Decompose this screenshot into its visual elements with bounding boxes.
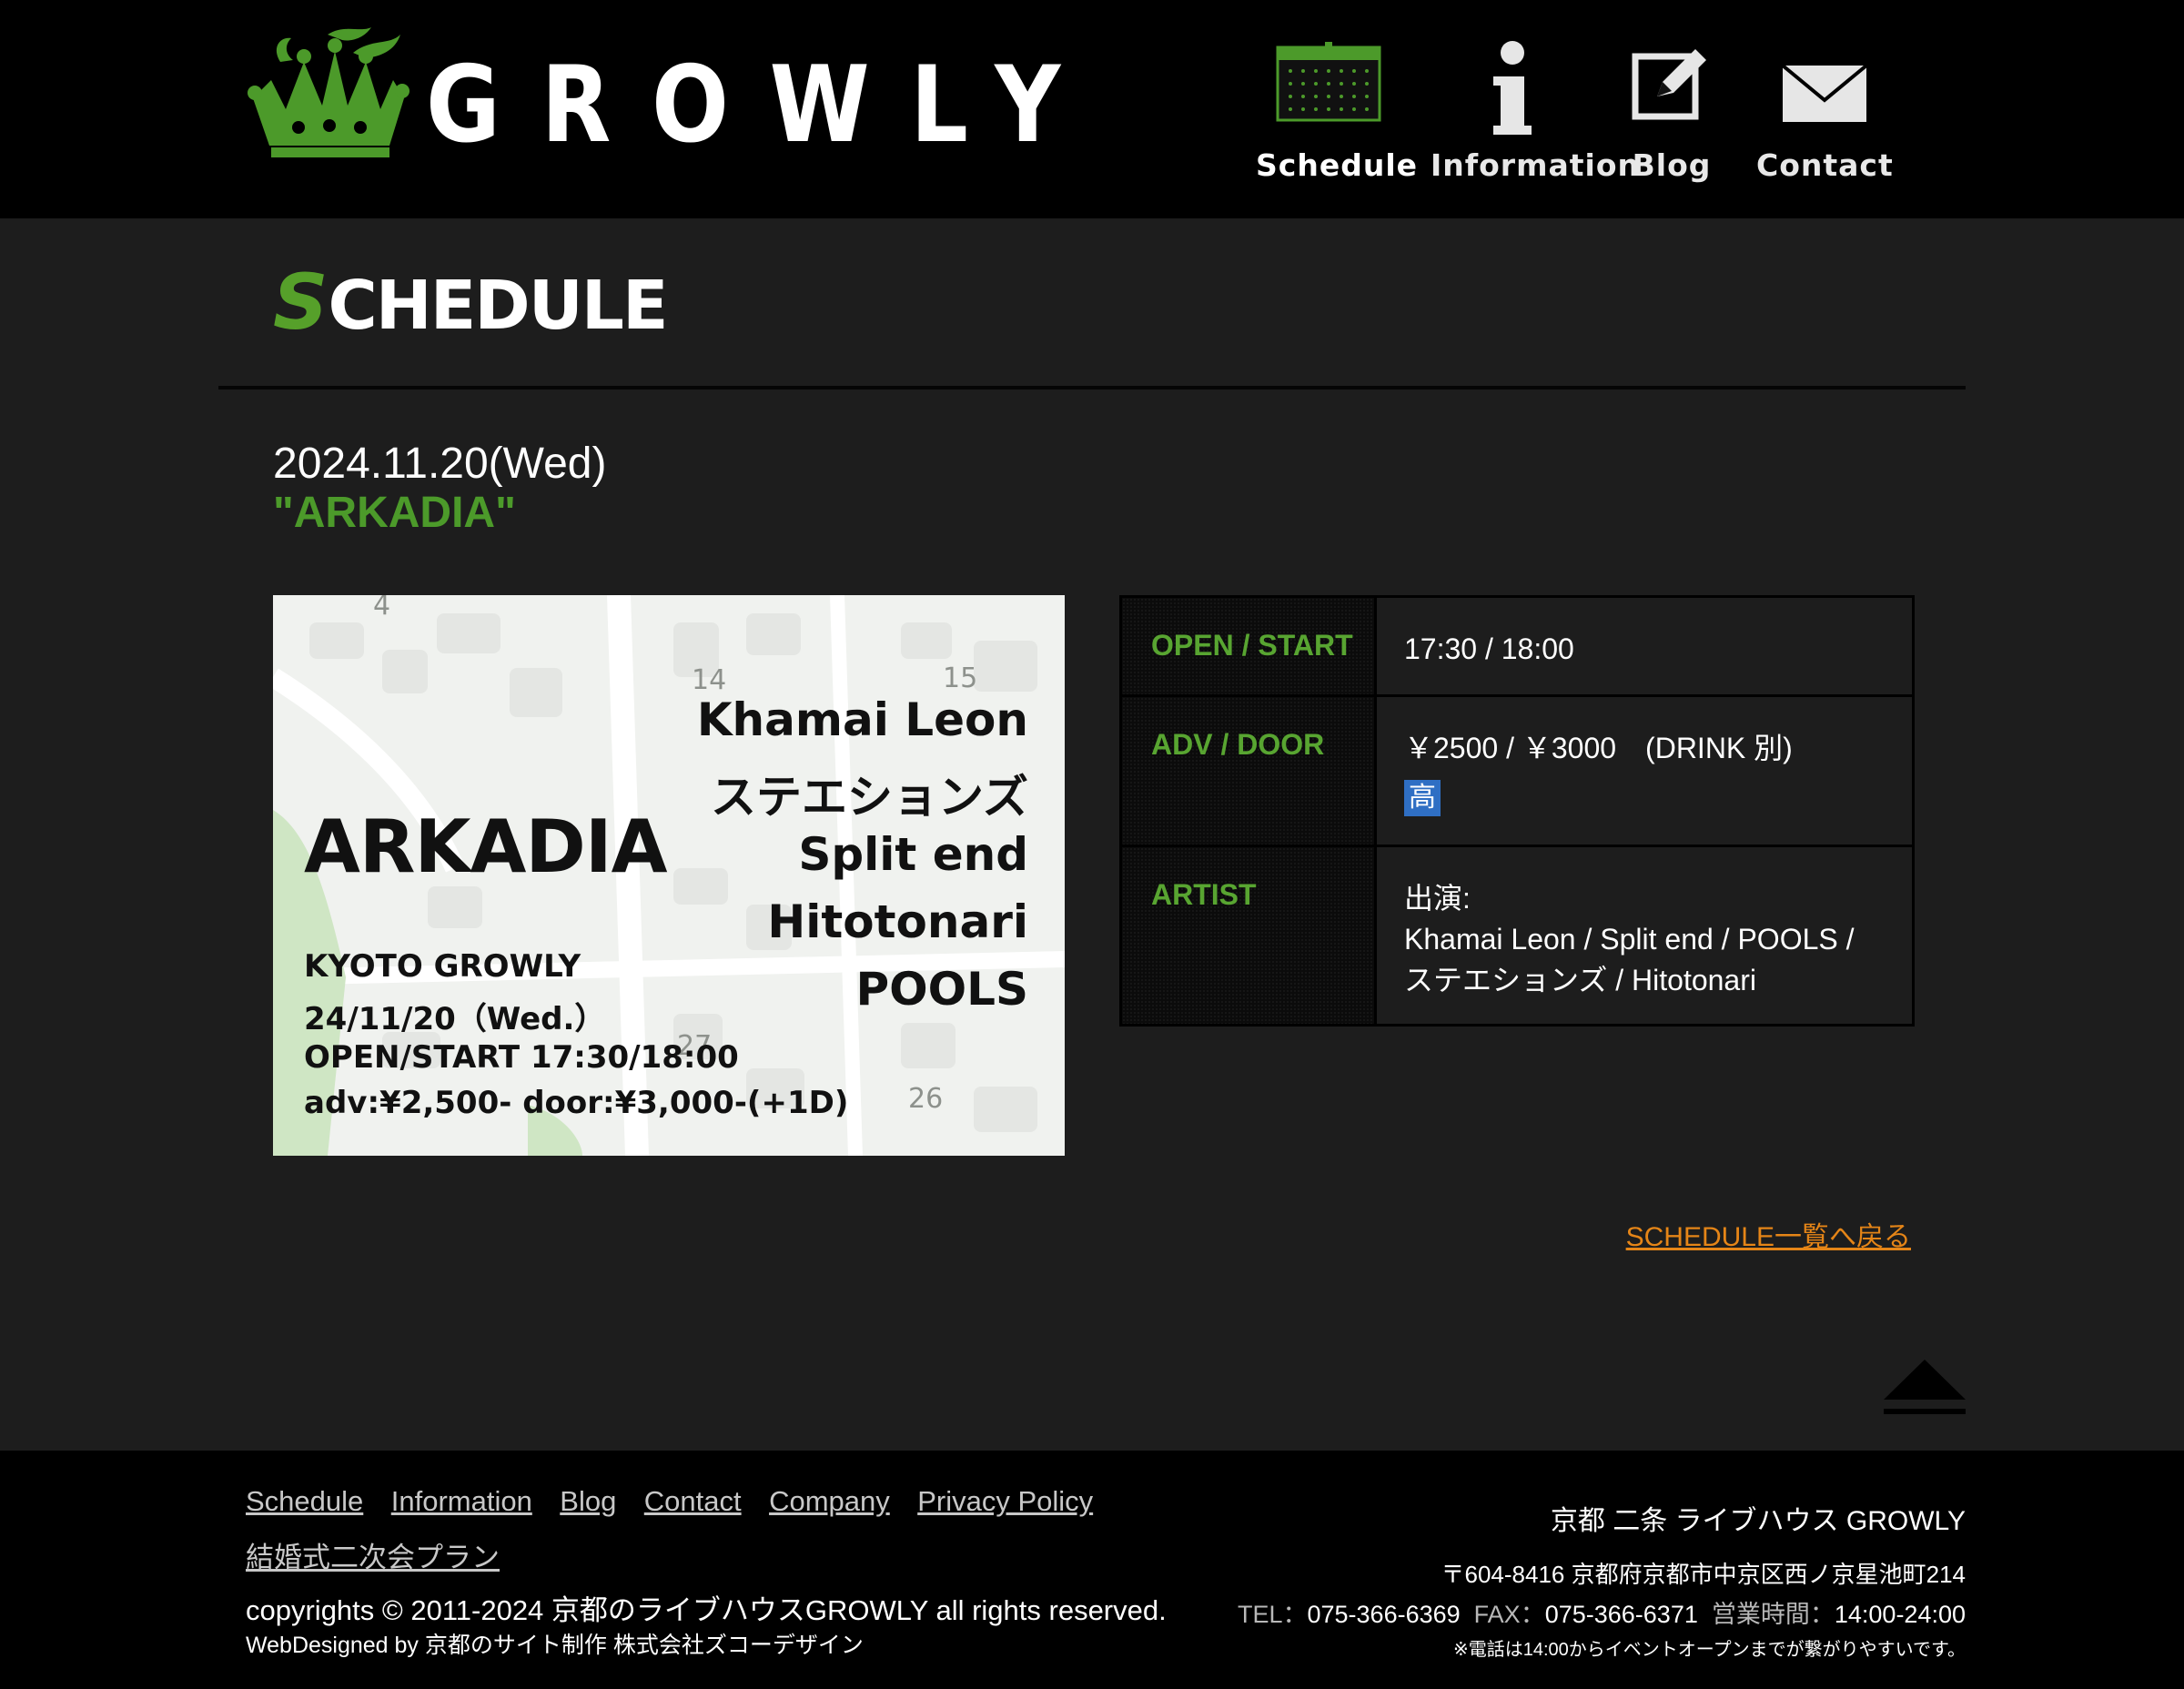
- tel-number[interactable]: 075-366-6369: [1308, 1601, 1461, 1628]
- page-title: SCHEDULE: [273, 258, 669, 347]
- table-row: OPEN / START 17:30 / 18:00: [1122, 598, 1912, 697]
- nav-information[interactable]: Information: [1431, 40, 1640, 195]
- event-info-table: OPEN / START 17:30 / 18:00 ADV / DOOR ￥2…: [1119, 595, 1915, 1027]
- site-logo[interactable]: GROWLY: [244, 25, 1063, 171]
- footer-link-information[interactable]: Information: [391, 1485, 532, 1518]
- nav-label: Schedule: [1256, 147, 1419, 183]
- nav-label: Contact: [1756, 147, 1894, 183]
- adv-door-label: ADV / DOOR: [1122, 697, 1377, 844]
- flyer-venue: KYOTO GROWLY: [304, 948, 581, 985]
- back-to-schedule-link[interactable]: SCHEDULE一覧へ戻る: [1626, 1214, 1911, 1254]
- map-number: 15: [943, 662, 978, 694]
- event-flyer-image: 4 14 15 27 26 ARKADIA Khamai Leon ステエション…: [273, 595, 1065, 1156]
- footer-link-privacy-policy[interactable]: Privacy Policy: [917, 1485, 1093, 1518]
- event-title: "ARKADIA": [273, 489, 516, 537]
- table-row: ARTIST 出演: Khamai Leon / Split end / POO…: [1122, 847, 1912, 1024]
- footer-link-schedule[interactable]: Schedule: [246, 1485, 363, 1518]
- footer-link-company[interactable]: Company: [769, 1485, 890, 1518]
- adv-door-cell: ￥2500 / ￥3000 (DRINK 別) 高: [1377, 697, 1912, 844]
- crown-icon: [248, 27, 410, 157]
- flyer-artist: Hitotonari: [767, 895, 1028, 948]
- venue-address: 〒604-8416 京都府京都市中京区西ノ京星池町214: [1441, 1561, 1966, 1588]
- hours-label: 営業時間：: [1711, 1601, 1835, 1628]
- webdesign-credit: WebDesigned by 京都のサイト制作 株式会社ズコーデザイン: [246, 1633, 864, 1658]
- flyer-artist: Split end: [798, 828, 1028, 881]
- edit-icon: [1632, 49, 1706, 120]
- site-footer: Schedule Information Blog Contact Compan…: [0, 1451, 2184, 1689]
- flyer-open-start: OPEN/START 17:30/18:00: [304, 1039, 739, 1076]
- nav-label: Blog: [1632, 147, 1712, 183]
- adv-door-value: ￥2500 / ￥3000 (DRINK 別): [1404, 732, 1793, 764]
- flyer-artist: POOLS: [855, 963, 1028, 1016]
- artist-label: ARTIST: [1122, 847, 1377, 1024]
- tel-label: TEL：: [1237, 1601, 1308, 1628]
- nav-label: Information: [1431, 147, 1640, 183]
- logo-text: GROWLY: [426, 44, 1102, 167]
- flyer-artist: ステエションズ: [711, 771, 1028, 824]
- page-top-icon[interactable]: [1882, 1358, 1967, 1423]
- info-icon: [1493, 41, 1532, 135]
- open-start-label: OPEN / START: [1122, 598, 1377, 694]
- nav-blog[interactable]: Blog: [1618, 40, 1725, 195]
- flyer-date: 24/11/20（Wed.）: [304, 1001, 606, 1037]
- divider: [218, 386, 1966, 389]
- table-row: ADV / DOOR ￥2500 / ￥3000 (DRINK 別) 高: [1122, 697, 1912, 847]
- open-start-value: 17:30 / 18:00: [1404, 632, 1574, 665]
- footer-nav: Schedule Information Blog Contact Compan…: [246, 1485, 1156, 1592]
- phone-note: ※電話は14:00からイベントオープンまでが繋がりやすいです。: [1452, 1640, 1966, 1660]
- business-hours: 14:00-24:00: [1834, 1601, 1966, 1628]
- nav-contact[interactable]: Contact: [1756, 40, 1893, 195]
- contact-info: TEL：075-366-6369 FAX：075-366-6371 営業時間：1…: [1238, 1594, 1966, 1630]
- nav-schedule[interactable]: Schedule: [1256, 40, 1419, 195]
- fax-number: 075-366-6371: [1544, 1601, 1698, 1628]
- artist-line: ステエションズ / Hitotonari: [1404, 964, 1756, 996]
- footer-link-wedding-plan[interactable]: 結婚式二次会プラン: [246, 1534, 500, 1575]
- flyer-title: ARKADIA: [304, 804, 668, 889]
- map-number: 4: [373, 595, 391, 622]
- flyer-price: adv:¥2,500- door:¥3,000-(+1D): [304, 1085, 849, 1121]
- footer-link-contact[interactable]: Contact: [644, 1485, 742, 1518]
- site-header: GROWLY Schedule Information Blog Contact: [0, 0, 2184, 218]
- footer-link-blog[interactable]: Blog: [560, 1485, 616, 1518]
- event-date: 2024.11.20(Wed): [273, 440, 607, 488]
- map-number: 26: [908, 1083, 944, 1115]
- venue-name: 京都 二条 ライブハウス GROWLY: [1550, 1506, 1966, 1536]
- copyright-text: copyrights © 2011-2024 京都のライブハウスGROWLY a…: [246, 1594, 1167, 1626]
- artist-line: Khamai Leon / Split end / POOLS /: [1404, 923, 1855, 956]
- calendar-icon: [1276, 42, 1381, 122]
- artist-intro: 出演:: [1404, 882, 1471, 915]
- page-title-rest: CHEDULE: [328, 267, 669, 345]
- page-title-first-letter: S: [273, 258, 329, 347]
- flyer-artist: Khamai Leon: [696, 693, 1028, 746]
- fax-label: FAX：: [1473, 1601, 1545, 1628]
- high-school-badge: 高: [1404, 780, 1441, 816]
- artist-cell: 出演: Khamai Leon / Split end / POOLS / ステ…: [1377, 847, 1912, 1024]
- mail-icon: [1781, 64, 1868, 122]
- map-number: 14: [692, 664, 727, 696]
